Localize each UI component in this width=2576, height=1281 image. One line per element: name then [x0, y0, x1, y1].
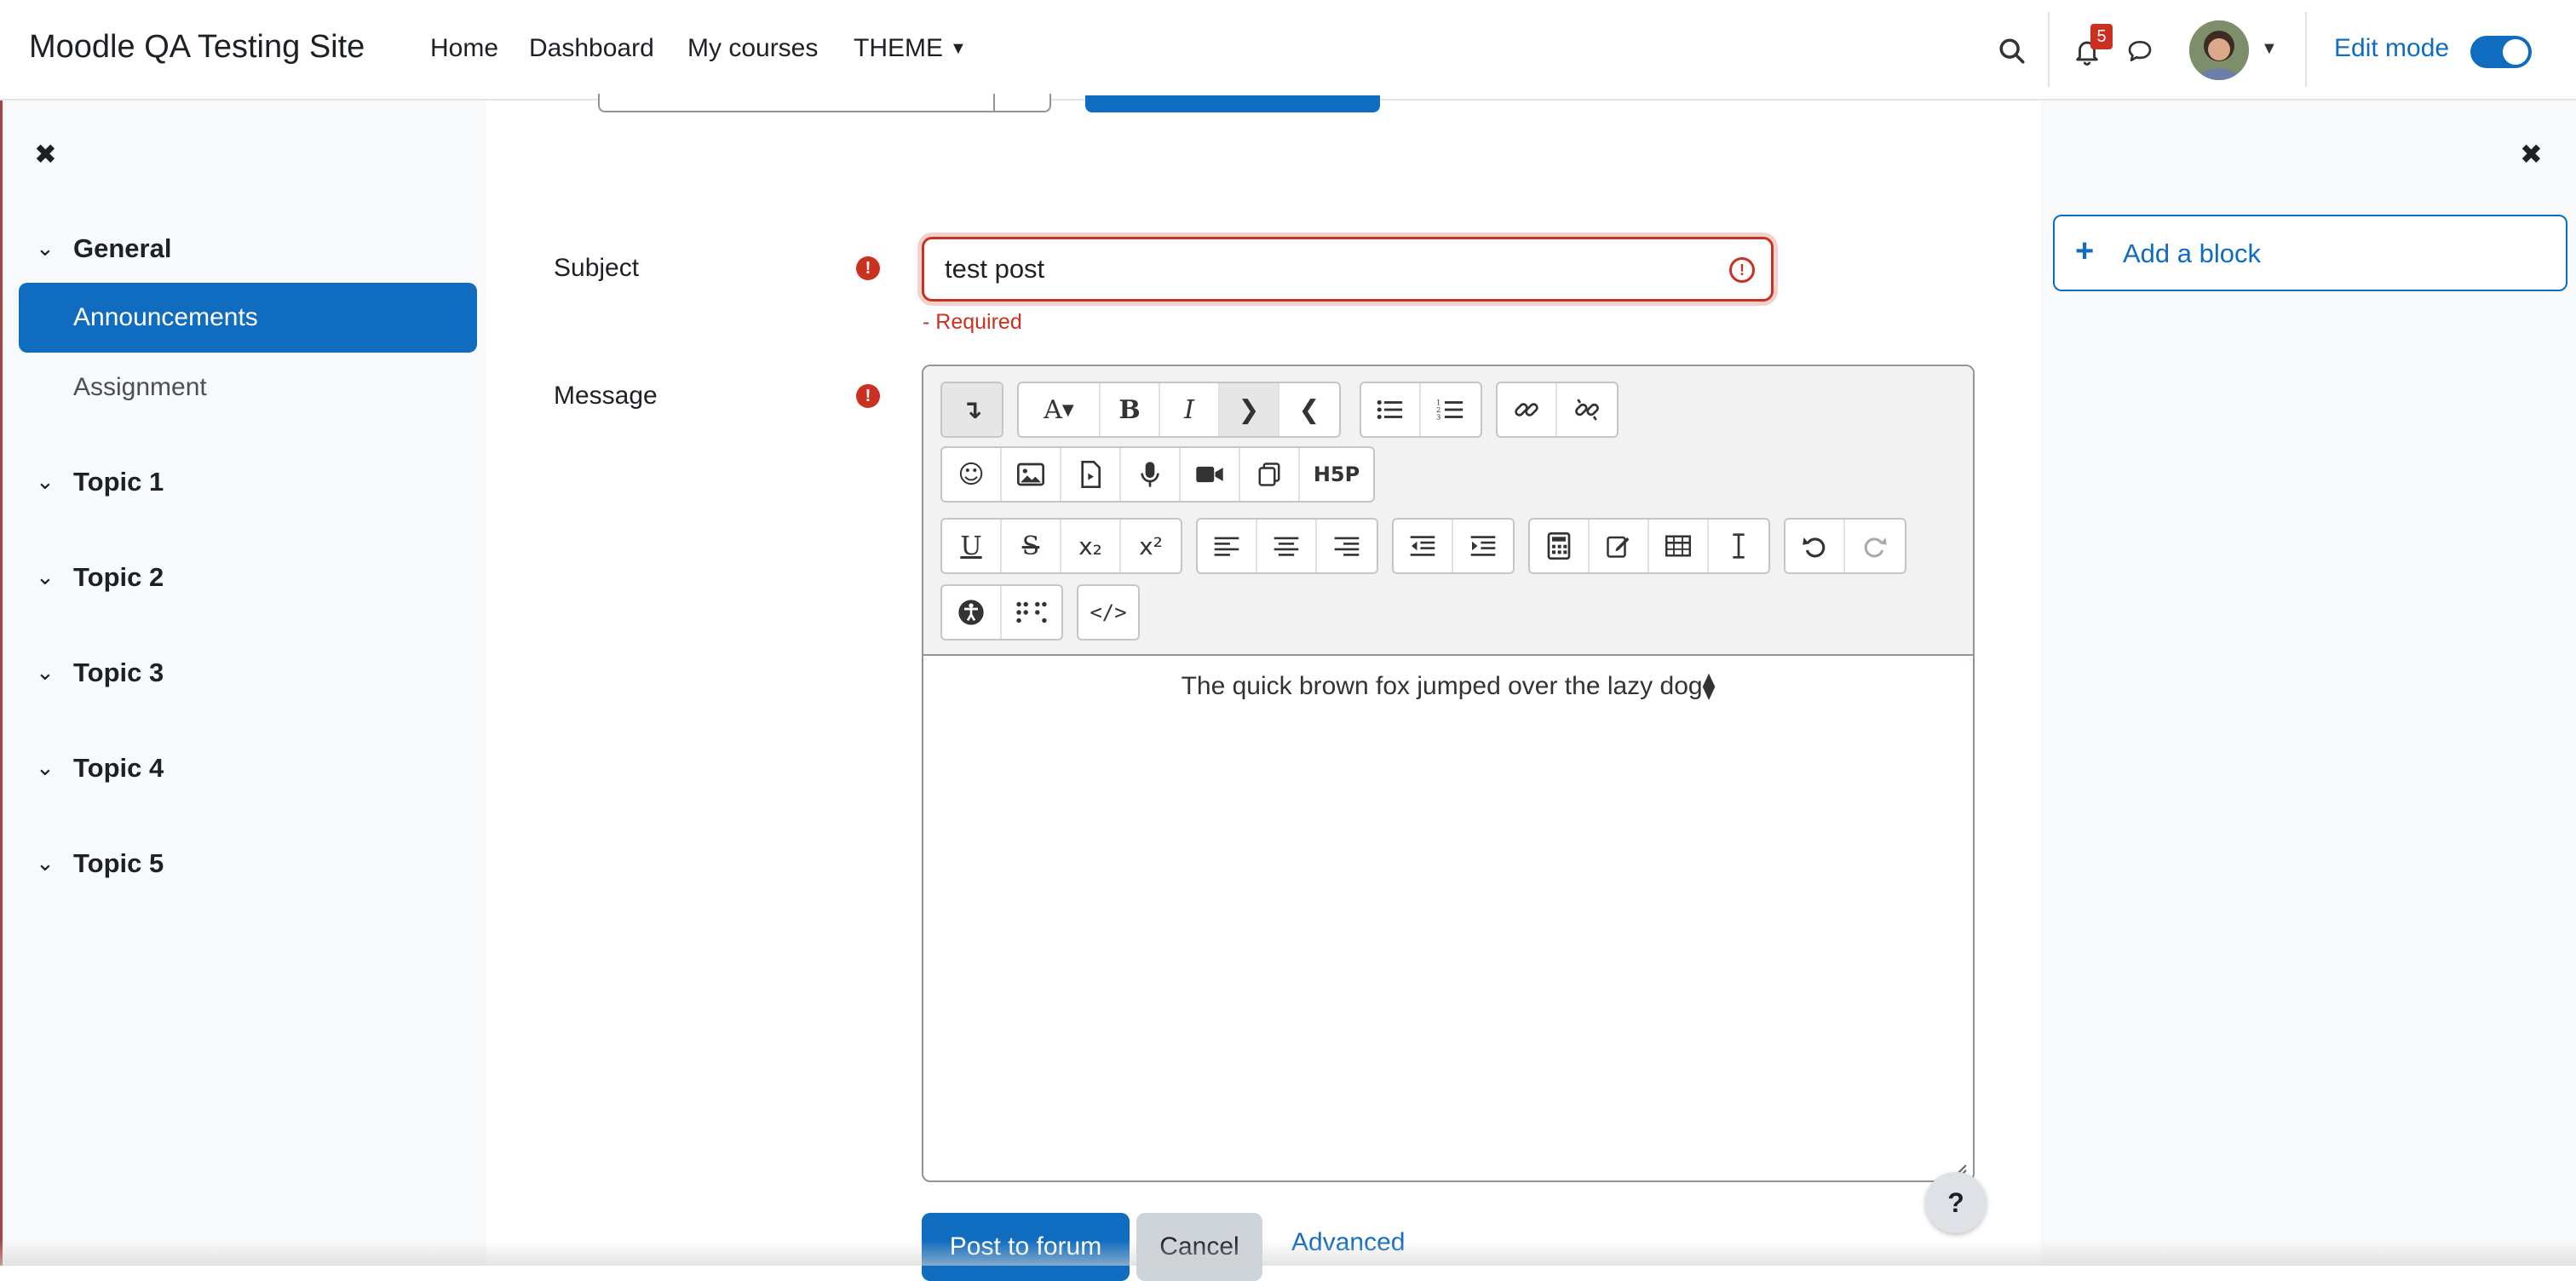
image-icon[interactable] [1002, 448, 1061, 501]
accessibility-checker-icon[interactable] [942, 586, 1002, 639]
add-block-label: Add a block [2123, 238, 2261, 268]
table-icon[interactable] [1649, 520, 1709, 572]
message-content-area[interactable]: The quick brown fox jumped over the lazy… [923, 658, 1973, 701]
chevron-down-icon[interactable]: ⌄ [36, 659, 55, 686]
footer-shadow [0, 1240, 2576, 1266]
messages-icon[interactable] [2121, 34, 2159, 68]
nav-my-courses[interactable]: My courses [687, 34, 818, 63]
nav-home[interactable]: Home [430, 34, 498, 63]
increase-indent-icon[interactable] [1453, 520, 1513, 572]
media-icon[interactable] [1061, 448, 1121, 501]
course-index-item-assignment[interactable]: Assignment [73, 373, 207, 402]
help-button[interactable]: ? [1925, 1172, 1987, 1233]
partial-primary-button[interactable] [1085, 95, 1380, 112]
decrease-indent-icon[interactable] [1394, 520, 1453, 572]
manage-files-icon[interactable] [1240, 448, 1300, 501]
record-audio-icon[interactable] [1121, 448, 1181, 501]
user-menu-chevron-icon[interactable]: ▼ [2261, 39, 2278, 59]
navbar-divider [2048, 12, 2050, 87]
align-center-icon[interactable] [1257, 520, 1317, 572]
chevron-down-icon[interactable]: ⌄ [36, 564, 55, 590]
screenreader-helper-icon[interactable] [1002, 586, 1061, 639]
notification-count-badge: 5 [2090, 24, 2113, 49]
toggle-knob [2503, 39, 2528, 65]
top-navbar: Moodle QA Testing Site Home Dashboard My… [0, 0, 2576, 101]
superscript-icon[interactable]: x² [1121, 520, 1181, 572]
record-video-icon[interactable] [1181, 448, 1240, 501]
equation-icon[interactable] [1530, 520, 1590, 572]
numbered-list-icon[interactable]: 123 [1421, 383, 1481, 436]
section-topic-1[interactable]: Topic 1 [73, 467, 164, 497]
unlink-icon[interactable] [1557, 383, 1617, 436]
outdent-icon[interactable]: ❮ [1279, 383, 1339, 436]
editor-toolbar: ↴ A ▼ B I ❯ ❮ 123 ☺ H5P U S x₂ x² </> [923, 366, 1973, 656]
chevron-down-icon[interactable]: ⌄ [36, 468, 55, 495]
message-label: Message [554, 382, 658, 410]
underline-icon[interactable]: U [942, 520, 1002, 572]
site-name[interactable]: Moodle QA Testing Site [29, 29, 365, 66]
section-topic-2[interactable]: Topic 2 [73, 562, 164, 593]
nav-theme-menu[interactable]: THEME ▼ [854, 34, 967, 63]
chevron-down-icon[interactable]: ⌄ [36, 755, 55, 781]
subject-input[interactable]: test post [922, 237, 1774, 302]
chevron-down-icon[interactable]: ⌄ [36, 850, 55, 876]
required-icon: ! [856, 256, 880, 280]
indent-icon[interactable]: ❯ [1220, 383, 1279, 436]
subscript-icon[interactable]: x₂ [1061, 520, 1121, 572]
bullet-list-icon[interactable] [1361, 383, 1421, 436]
svg-text:3: 3 [1436, 413, 1440, 422]
edit-mode-label: Edit mode [2334, 34, 2450, 62]
section-general[interactable]: General [73, 233, 171, 264]
section-topic-4[interactable]: Topic 4 [73, 753, 164, 784]
edit-chart-icon[interactable] [1590, 520, 1649, 572]
chevron-down-icon: ▼ [950, 38, 967, 58]
activity-label-announcements: Announcements [73, 303, 258, 331]
align-right-icon[interactable] [1317, 520, 1377, 572]
message-editor: ↴ A ▼ B I ❯ ❮ 123 ☺ H5P U S x₂ x² </> Th… [922, 365, 1975, 1182]
bold-icon[interactable]: B [1101, 383, 1160, 436]
strikethrough-icon[interactable]: S [1002, 520, 1061, 572]
avatar[interactable] [2189, 20, 2249, 80]
chevron-down-icon[interactable]: ⌄ [36, 235, 55, 261]
redo-icon[interactable] [1845, 520, 1905, 572]
clear-format-icon[interactable] [1709, 520, 1768, 572]
required-icon: ! [856, 384, 880, 408]
emoji-icon[interactable]: ☺ [942, 448, 1002, 501]
error-icon: ! [1729, 257, 1755, 283]
close-course-index-icon[interactable]: ✖ [34, 138, 57, 170]
close-block-drawer-icon[interactable]: ✖ [2520, 138, 2543, 170]
section-topic-3[interactable]: Topic 3 [73, 658, 164, 688]
nav-dashboard[interactable]: Dashboard [529, 34, 654, 63]
plus-icon: + [2075, 233, 2095, 269]
toggle-toolbar-icon[interactable]: ↴ [942, 383, 1002, 436]
italic-icon[interactable]: I [1160, 383, 1220, 436]
search-icon[interactable] [1995, 34, 2029, 68]
html-icon[interactable]: </> [1078, 586, 1138, 639]
add-block-button[interactable]: + Add a block [2053, 215, 2567, 291]
link-icon[interactable] [1498, 383, 1557, 436]
h5p-icon[interactable]: H5P [1300, 448, 1373, 501]
edit-mode-toggle[interactable] [2470, 36, 2532, 68]
undo-icon[interactable] [1785, 520, 1845, 572]
align-left-icon[interactable] [1198, 520, 1257, 572]
subject-label: Subject [554, 254, 640, 282]
partial-select-field[interactable] [598, 94, 1051, 112]
font-style-icon[interactable]: A ▼ [1019, 383, 1101, 436]
section-topic-5[interactable]: Topic 5 [73, 848, 164, 879]
subject-error-text: - Required [923, 310, 1022, 334]
navbar-divider-2 [2305, 12, 2307, 87]
nav-theme-label: THEME [854, 34, 943, 62]
